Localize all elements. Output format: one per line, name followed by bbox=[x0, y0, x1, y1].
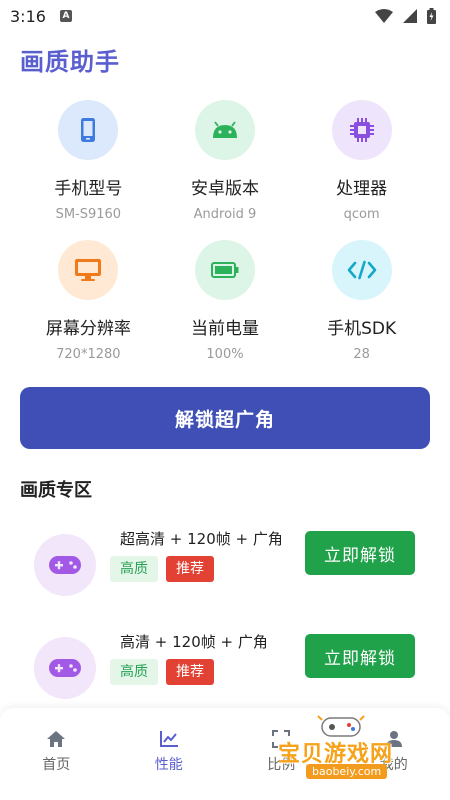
status-bar: 3:16 A bbox=[0, 0, 450, 32]
battery-status-icon bbox=[427, 8, 436, 24]
notification-a-icon: A bbox=[59, 10, 72, 22]
info-label: 当前电量 bbox=[190, 319, 259, 339]
chart-icon bbox=[159, 731, 178, 747]
info-value: qcom bbox=[343, 207, 380, 222]
info-battery: 当前电量 100% bbox=[157, 240, 294, 370]
nav-label: 性能 bbox=[154, 757, 183, 773]
nav-home[interactable]: 首页 bbox=[0, 708, 113, 800]
unlock-wide-angle-button[interactable]: 解锁超广角 bbox=[20, 387, 430, 449]
info-label: 屏幕分辨率 bbox=[45, 319, 131, 339]
home-icon bbox=[47, 731, 66, 747]
card-title: 高清 + 120帧 + 广角 bbox=[120, 633, 268, 651]
info-label: 手机型号 bbox=[54, 179, 123, 199]
info-label: 处理器 bbox=[336, 179, 388, 199]
status-time: 3:16 bbox=[10, 6, 46, 26]
unlock-now-button[interactable]: 立即解锁 bbox=[305, 634, 415, 678]
card-tags: 高质 推荐 bbox=[110, 556, 214, 582]
nav-performance[interactable]: 性能 bbox=[113, 708, 226, 800]
card-title: 超高清 + 120帧 + 广角 bbox=[120, 530, 283, 548]
gamepad-icon bbox=[34, 637, 96, 699]
cpu-icon bbox=[331, 100, 392, 160]
info-value: Android 9 bbox=[193, 207, 257, 222]
info-phone-model: 手机型号 SM-S9160 bbox=[20, 100, 157, 230]
info-value: 28 bbox=[353, 347, 370, 362]
section-title: 画质专区 bbox=[20, 480, 92, 501]
watermark-url: baobeiy.com bbox=[306, 764, 388, 779]
tag-recommended: 推荐 bbox=[166, 556, 214, 582]
info-label: 手机SDK bbox=[327, 319, 397, 339]
phone-icon bbox=[58, 100, 119, 160]
code-icon bbox=[331, 240, 392, 300]
gamepad-logo-icon bbox=[317, 715, 365, 737]
signal-icon bbox=[403, 9, 417, 23]
info-processor: 处理器 qcom bbox=[293, 100, 430, 230]
wifi-icon bbox=[375, 9, 393, 23]
info-resolution: 屏幕分辨率 720*1280 bbox=[20, 240, 157, 370]
watermark-logo: 宝贝游戏网 baobeiy.com bbox=[276, 712, 426, 782]
info-value: 720*1280 bbox=[56, 347, 121, 362]
info-android-version: 安卓版本 Android 9 bbox=[157, 100, 294, 230]
gamepad-icon bbox=[34, 534, 96, 596]
status-icons bbox=[375, 8, 436, 24]
monitor-icon bbox=[58, 240, 119, 300]
info-value: SM-S9160 bbox=[55, 207, 122, 222]
card-tags: 高质 推荐 bbox=[110, 659, 214, 685]
unlock-now-button[interactable]: 立即解锁 bbox=[305, 531, 415, 575]
battery-icon bbox=[194, 240, 255, 300]
quality-card: 超高清 + 120帧 + 广角 高质 推荐 立即解锁 bbox=[20, 520, 430, 610]
nav-label: 首页 bbox=[42, 757, 71, 773]
info-value: 100% bbox=[206, 347, 244, 362]
info-label: 安卓版本 bbox=[190, 179, 259, 199]
info-sdk: 手机SDK 28 bbox=[293, 240, 430, 370]
app-title: 画质助手 bbox=[20, 48, 120, 76]
tag-recommended: 推荐 bbox=[166, 659, 214, 685]
android-icon bbox=[194, 100, 255, 160]
quality-card: 高清 + 120帧 + 广角 高质 推荐 立即解锁 bbox=[20, 623, 430, 713]
device-info-grid: 手机型号 SM-S9160 安卓版本 Android 9 处理器 qcom 屏幕… bbox=[20, 100, 430, 370]
tag-quality: 高质 bbox=[110, 556, 158, 582]
tag-quality: 高质 bbox=[110, 659, 158, 685]
